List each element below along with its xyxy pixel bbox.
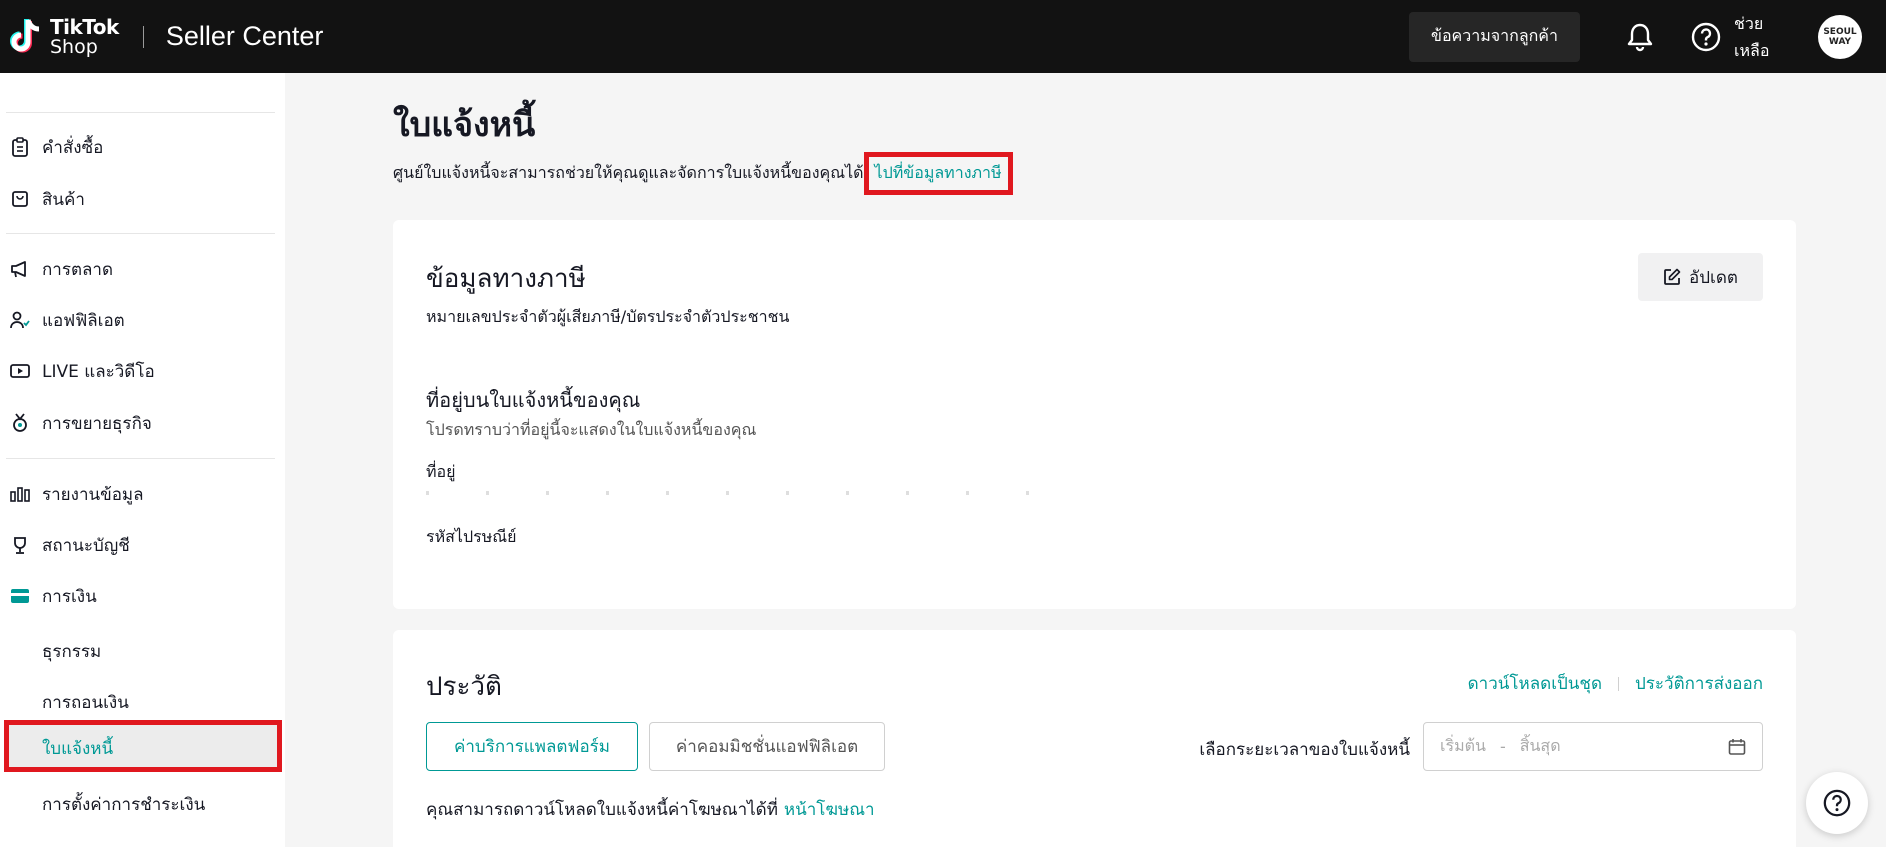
sidebar-divider <box>6 233 275 234</box>
sidebar-item-account-status[interactable]: สถานะบัญชี <box>10 530 130 560</box>
postal-code-label: รหัสไปรษณีย์ <box>426 527 517 546</box>
users-icon <box>10 310 30 330</box>
help-icon[interactable] <box>1690 21 1722 53</box>
customer-messages-button[interactable]: ข้อความจากลูกค้า <box>1409 11 1580 62</box>
tax-info-title: ข้อมูลทางภาษี <box>426 264 586 294</box>
ad-invoice-note: คุณสามารถดาวน์โหลดใบแจ้งหนี้ค่าโฆษณาได้ท… <box>426 796 875 823</box>
video-icon <box>10 361 30 381</box>
page-description: ศูนย์ใบแจ้งหนี้จะสามารถช่วยให้คุณดูและจั… <box>393 152 1013 195</box>
page-description-text: ศูนย์ใบแจ้งหนี้จะสามารถช่วยให้คุณดูและจั… <box>393 163 864 182</box>
date-separator: - <box>1499 737 1506 756</box>
tax-id-label: หมายเลขประจำตัวผู้เสียภาษี/บัตรประจำตัวป… <box>426 307 790 326</box>
sidebar-item-affiliate[interactable]: แอฟฟิลิเอต <box>10 305 125 335</box>
date-end-placeholder: สิ้นสุด <box>1519 736 1561 755</box>
sidebar-item-label: สถานะบัญชี <box>42 535 130 556</box>
top-bar: TikTok Shop Seller Center ข้อความจากลูกค… <box>0 0 1886 73</box>
sidebar-item-label: การตลาด <box>42 259 114 280</box>
invoice-period-label: เลือกระยะเวลาของใบแจ้งหนี้ <box>1199 740 1410 760</box>
sidebar-item-label: คำสั่งซื้อ <box>42 137 104 158</box>
bulk-download-link[interactable]: ดาวน์โหลดเป็นชุด <box>1468 670 1602 697</box>
sidebar-item-label: รายงานข้อมูล <box>42 484 144 505</box>
sidebar-item-business-growth[interactable]: การขยายธุรกิจ <box>10 408 152 438</box>
sidebar: คำสั่งซื้อ สินค้า การตลาด แอฟฟิลิเอต LIV… <box>0 73 285 847</box>
shopping-bag-icon <box>10 189 30 209</box>
address-label: ที่อยู่ <box>426 462 456 481</box>
sidebar-item-label: การขยายธุรกิจ <box>42 413 152 434</box>
sidebar-subitem-withdrawals[interactable]: การถอนเงิน <box>42 689 129 716</box>
export-history-link[interactable]: ประวัติการส่งออก <box>1635 670 1763 697</box>
date-range-picker[interactable]: เริ่มต้น - สิ้นสุด <box>1423 722 1763 771</box>
sidebar-item-label: LIVE และวิดีโอ <box>42 361 155 382</box>
bell-icon[interactable] <box>1624 21 1656 53</box>
tab-affiliate-commission[interactable]: ค่าคอมมิชชั่นแอฟฟิลิเอต <box>649 722 885 771</box>
sidebar-subitem-label: ใบแจ้งหนี้ <box>42 739 114 759</box>
sidebar-item-products[interactable]: สินค้า <box>10 184 85 214</box>
avatar-text: SEOUL WAY <box>1823 26 1857 47</box>
history-links: ดาวน์โหลดเป็นชุด ประวัติการส่งออก <box>1468 670 1763 697</box>
sidebar-item-label: สินค้า <box>42 189 85 210</box>
history-card: ประวัติ ดาวน์โหลดเป็นชุด ประวัติการส่งออ… <box>393 630 1796 847</box>
header-divider <box>142 25 144 48</box>
tiktok-shop-logo[interactable]: TikTok Shop <box>8 16 119 58</box>
tab-platform-fee[interactable]: ค่าบริการแพลตฟอร์ม <box>426 722 638 771</box>
tax-info-card: ข้อมูลทางภาษี อัปเดต หมายเลขประจำตัวผู้เ… <box>393 220 1796 609</box>
clipboard-icon <box>10 137 30 157</box>
sidebar-subitem-payment-settings[interactable]: การตั้งค่าการชำระเงิน <box>42 791 205 818</box>
sidebar-item-orders[interactable]: คำสั่งซื้อ <box>10 132 103 162</box>
history-title: ประวัติ <box>426 672 502 702</box>
page-title: ใบแจ้งหนี้ <box>393 105 536 145</box>
logo-tiktok-text: TikTok <box>50 14 119 39</box>
edit-icon <box>1664 268 1681 285</box>
update-button[interactable]: อัปเดต <box>1638 253 1763 301</box>
invoice-address-note: โปรดทราบว่าที่อยู่นี้จะแสดงในใบแจ้งหนี้ข… <box>426 420 757 439</box>
sidebar-item-live-video[interactable]: LIVE และวิดีโอ <box>10 356 155 386</box>
logo-shop-text: Shop <box>50 35 98 58</box>
bar-chart-icon <box>10 484 30 504</box>
wallet-icon <box>10 586 30 606</box>
sidebar-item-marketing[interactable]: การตลาด <box>10 254 113 284</box>
tiktok-logo-icon <box>10 18 40 52</box>
sidebar-item-label: แอฟฟิลิเอต <box>42 310 125 331</box>
sidebar-subitem-transactions[interactable]: ธุรกรรม <box>42 638 101 665</box>
avatar[interactable]: SEOUL WAY <box>1818 14 1862 59</box>
help-icon <box>1823 789 1851 817</box>
trophy-icon <box>10 535 30 555</box>
invoice-address-title: ที่อยู่บนใบแจ้งหนี้ของคุณ <box>426 388 641 412</box>
sidebar-subitem-invoices[interactable]: ใบแจ้งหนี้ <box>4 720 282 772</box>
help-label[interactable]: ช่วยเหลือ <box>1734 10 1794 64</box>
update-button-label: อัปเดต <box>1689 267 1738 288</box>
date-start-placeholder: เริ่มต้น <box>1440 736 1486 755</box>
floating-help-button[interactable] <box>1806 772 1868 834</box>
sidebar-item-finance[interactable]: การเงิน <box>10 581 97 611</box>
sidebar-divider <box>6 458 275 459</box>
sidebar-item-reports[interactable]: รายงานข้อมูล <box>10 479 144 509</box>
link-separator <box>1618 676 1619 691</box>
ads-page-link[interactable]: หน้าโฆษณา <box>784 800 875 820</box>
sidebar-item-label: การเงิน <box>42 586 97 607</box>
medal-icon <box>10 413 30 433</box>
megaphone-icon <box>10 259 30 279</box>
ad-invoice-note-text: คุณสามารถดาวน์โหลดใบแจ้งหนี้ค่าโฆษณาได้ท… <box>426 800 778 820</box>
sidebar-divider <box>6 112 275 113</box>
app-title: Seller Center <box>165 21 324 51</box>
tax-info-link[interactable]: ไปที่ข้อมูลทางภาษี <box>863 152 1013 195</box>
redacted-address <box>426 491 1046 495</box>
calendar-icon <box>1728 738 1746 755</box>
